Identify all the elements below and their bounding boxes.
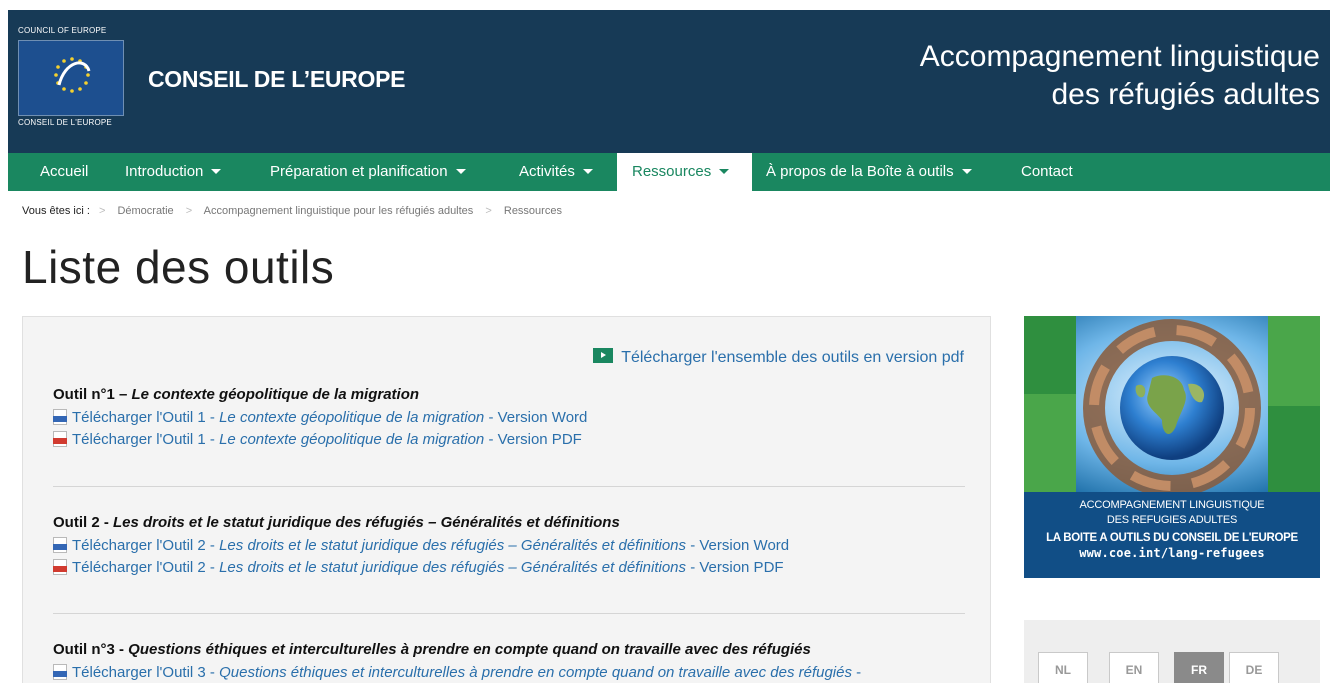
divider	[53, 613, 965, 614]
logo-bottom-text: CONSEIL DE L'EUROPE	[18, 118, 112, 127]
breadcrumb-item-democratie[interactable]: Démocratie	[117, 205, 173, 217]
lang-button-fr[interactable]: FR	[1174, 652, 1224, 683]
tool-block-2: Outil 2 - Les droits et le statut juridi…	[53, 514, 965, 579]
europe-flag-icon	[18, 40, 124, 116]
caret-down-icon	[582, 168, 593, 174]
breadcrumb-separator: >	[98, 205, 106, 217]
word-file-icon	[53, 409, 67, 426]
tool-heading: Outil n°1 – Le contexte géopolitique de …	[53, 386, 420, 403]
nav-item-accueil[interactable]: Accueil	[40, 153, 88, 191]
hands-globe-illustration	[1024, 316, 1320, 497]
promo-line-3: LA BOITE A OUTILS DU CONSEIL DE L'EUROPE	[1046, 532, 1298, 544]
breadcrumb-separator: >	[185, 205, 193, 217]
word-file-icon	[53, 664, 67, 681]
nav-item-ressources[interactable]: Ressources	[617, 153, 752, 191]
site-header: COUNCIL OF EUROPE CONSEIL DE L'EUROPE CO…	[8, 10, 1330, 153]
nav-item-label: Accueil	[40, 163, 89, 180]
council-of-europe-logo[interactable]: COUNCIL OF EUROPE CONSEIL DE L'EUROPE	[18, 26, 138, 130]
tools-panel: Télécharger l'ensemble des outils en ver…	[22, 316, 991, 683]
tool-heading: Outil n°3 - Questions éthiques et interc…	[53, 641, 811, 658]
lang-button-en[interactable]: EN	[1109, 652, 1159, 683]
nav-item-activites[interactable]: Activités	[519, 153, 593, 191]
nav-item-label: À propos de la Boîte à outils	[766, 163, 954, 180]
tool-block-3: Outil n°3 - Questions éthiques et interc…	[53, 641, 965, 683]
divider	[53, 486, 965, 487]
nav-item-label: Ressources	[632, 163, 712, 180]
download-word-link[interactable]: Télécharger l'Outil 3 - Questions éthiqu…	[53, 662, 965, 683]
caret-down-icon	[211, 168, 222, 174]
nav-item-label: Préparation et planification	[270, 163, 448, 180]
lang-button-nl[interactable]: NL	[1038, 652, 1088, 683]
nav-item-contact[interactable]: Contact	[1021, 153, 1073, 191]
site-title-line-2: des réfugiés adultes	[1051, 78, 1320, 111]
tool-heading: Outil 2 - Les droits et le statut juridi…	[53, 514, 620, 531]
breadcrumb-item-ressources[interactable]: Ressources	[504, 205, 562, 217]
nav-item-label: Activités	[519, 163, 575, 180]
download-word-link[interactable]: Télécharger l'Outil 1 - Le contexte géop…	[53, 407, 965, 429]
breadcrumb-item-accompagnement[interactable]: Accompagnement linguistique pour les réf…	[204, 205, 474, 217]
language-switcher: NL EN FR DE	[1024, 620, 1320, 683]
download-all-label: Télécharger l'ensemble des outils en ver…	[621, 349, 964, 366]
nav-item-preparation[interactable]: Préparation et planification	[270, 153, 466, 191]
pdf-file-icon	[53, 431, 67, 448]
word-file-icon	[53, 537, 67, 554]
toolkit-promo-banner[interactable]: ACCOMPAGNEMENT LINGUISTIQUE DES REFUGIES…	[1024, 316, 1320, 578]
download-pdf-link[interactable]: Télécharger l'Outil 2 - Les droits et le…	[53, 557, 965, 579]
caret-down-icon	[719, 168, 730, 174]
download-pdf-link[interactable]: Télécharger l'Outil 1 - Le contexte géop…	[53, 429, 965, 451]
promo-url: www.coe.int/lang-refugees	[1079, 546, 1265, 560]
site-title[interactable]: Accompagnement linguistique des réfugiés…	[920, 38, 1320, 114]
logo-top-text: COUNCIL OF EUROPE	[18, 26, 107, 35]
breadcrumb-separator: >	[485, 205, 492, 217]
breadcrumb: Vous êtes ici : > Démocratie > Accompagn…	[22, 205, 562, 217]
brand-name[interactable]: CONSEIL DE L’EUROPE	[148, 66, 405, 93]
caret-down-icon	[455, 168, 466, 174]
folder-download-icon	[593, 348, 614, 364]
pdf-file-icon	[53, 559, 67, 576]
download-word-link[interactable]: Télécharger l'Outil 2 - Les droits et le…	[53, 535, 965, 557]
main-nav: Accueil Introduction Préparation et plan…	[8, 153, 1330, 191]
page-title: Liste des outils	[22, 241, 335, 293]
caret-down-icon	[961, 168, 972, 174]
promo-line-2: DES REFUGIES ADULTES	[1106, 514, 1238, 526]
promo-line-1: ACCOMPAGNEMENT LINGUISTIQUE	[1079, 499, 1265, 511]
tool-block-1: Outil n°1 – Le contexte géopolitique de …	[53, 386, 965, 451]
nav-item-label: Introduction	[125, 163, 204, 180]
nav-item-a-propos[interactable]: À propos de la Boîte à outils	[766, 153, 972, 191]
promo-caption: ACCOMPAGNEMENT LINGUISTIQUE DES REFUGIES…	[1024, 492, 1320, 578]
download-all-link[interactable]: Télécharger l'ensemble des outils en ver…	[593, 348, 964, 367]
lang-button-de[interactable]: DE	[1229, 652, 1279, 683]
site-title-line-1: Accompagnement linguistique	[919, 40, 1320, 73]
nav-item-introduction[interactable]: Introduction	[125, 153, 222, 191]
breadcrumb-lead: Vous êtes ici :	[22, 205, 90, 217]
nav-item-label: Contact	[1021, 163, 1073, 180]
